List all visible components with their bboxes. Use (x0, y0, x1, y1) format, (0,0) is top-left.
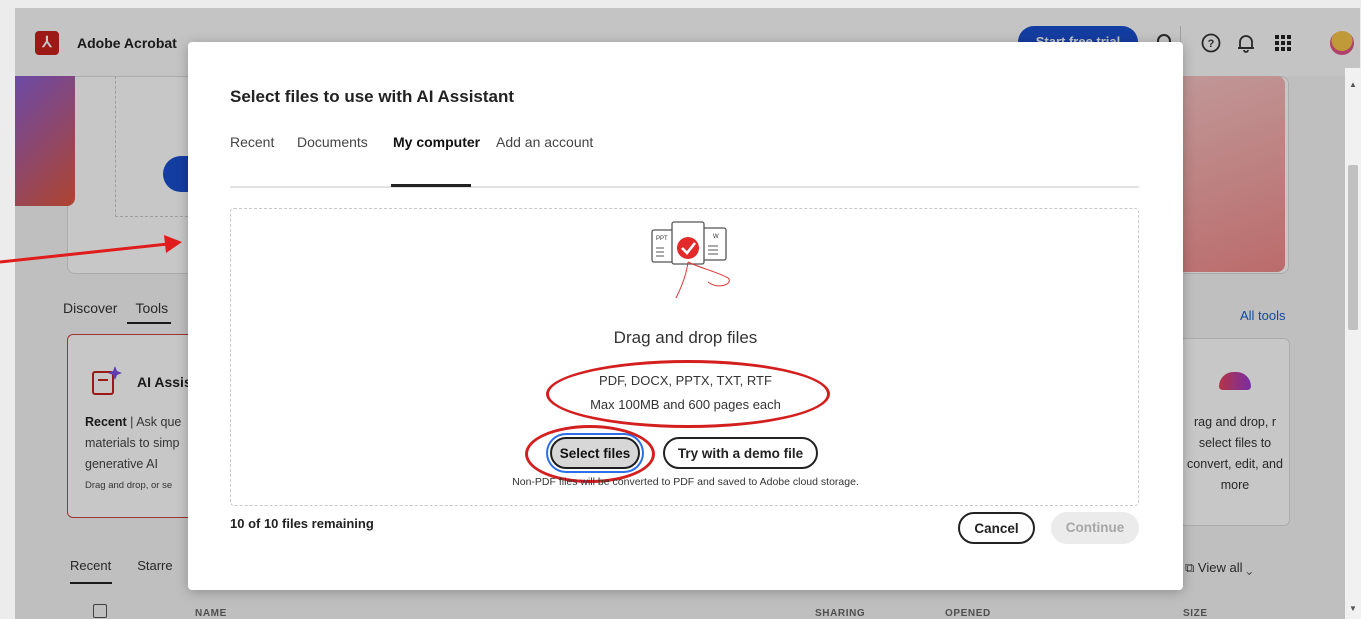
active-tab-indicator (391, 184, 471, 187)
tab-documents[interactable]: Documents (297, 134, 368, 150)
files-remaining: 10 of 10 files remaining (230, 516, 374, 531)
annotation-circle-select (525, 425, 655, 483)
tabs-divider (230, 186, 1139, 188)
tab-my-computer[interactable]: My computer (393, 134, 480, 150)
tab-add-account[interactable]: Add an account (496, 134, 593, 150)
drag-drop-title: Drag and drop files (613, 328, 758, 347)
scroll-down-arrow[interactable]: ▼ (1349, 604, 1357, 613)
documents-checkmark-icon: PPT W (651, 221, 730, 299)
tab-recent-files[interactable]: Recent (230, 134, 274, 150)
scrollbar[interactable] (1345, 68, 1361, 619)
ppt-doc-label: PPT (656, 236, 668, 242)
word-doc-label: W (713, 234, 719, 240)
dialog-title: Select files to use with AI Assistant (230, 87, 515, 106)
annotation-circle-formats (546, 360, 830, 428)
demo-file-button[interactable]: Try with a demo file (663, 437, 818, 469)
conversion-note: Non-PDF files will be converted to PDF a… (512, 476, 859, 488)
continue-button[interactable]: Continue (1051, 512, 1139, 544)
scrollbar-thumb[interactable] (1348, 165, 1358, 330)
scroll-up-arrow[interactable]: ▲ (1349, 80, 1357, 89)
select-files-dialog: Select files to use with AI Assistant Re… (188, 42, 1183, 590)
cancel-button[interactable]: Cancel (958, 512, 1035, 544)
